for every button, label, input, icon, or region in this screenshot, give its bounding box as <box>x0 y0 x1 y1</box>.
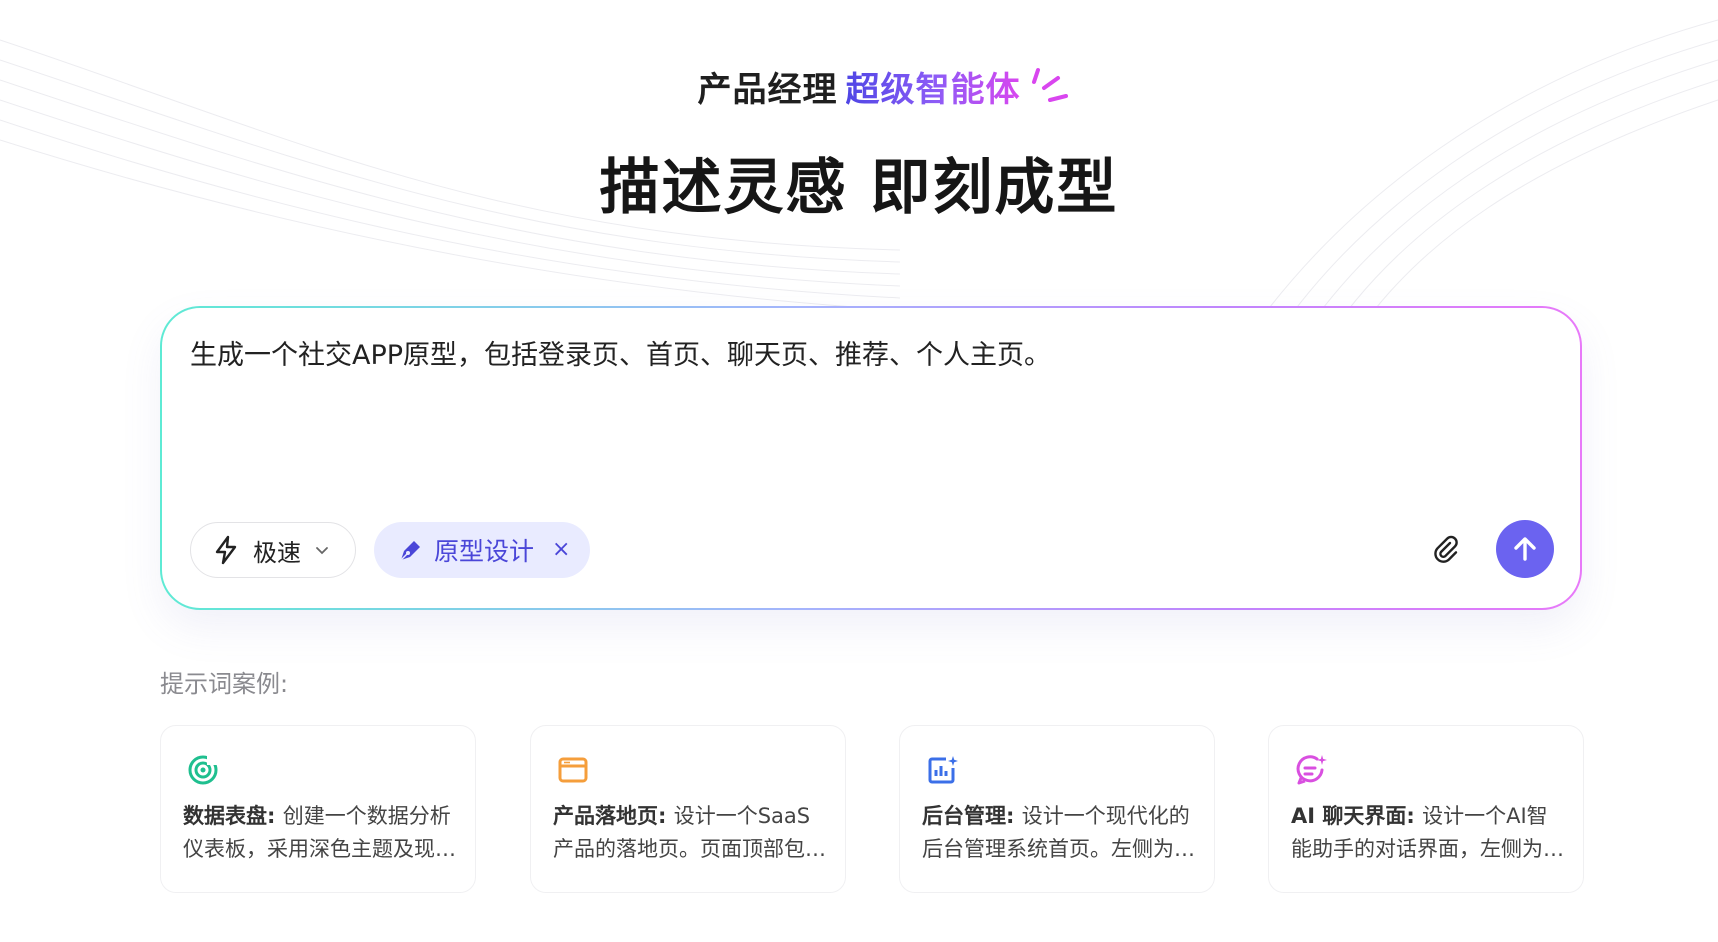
example-card-ai-chat[interactable]: AI 聊天界面: 设计一个AI智能助手的对话界面，左侧为会话列表 <box>1268 725 1584 893</box>
chat-sparkle-icon <box>1296 755 1327 785</box>
speed-mode-select[interactable]: 极速 <box>190 522 356 578</box>
example-card-landing-page[interactable]: 产品落地页: 设计一个SaaS产品的落地页。页面顶部包含导航栏 <box>530 725 846 893</box>
example-card-dashboard[interactable]: 数据表盘: 创建一个数据分析仪表板，采用深色主题及现代化设计 <box>160 725 476 893</box>
chevron-down-icon <box>316 547 328 555</box>
example-card-admin[interactable]: 后台管理: 设计一个现代化的后台管理系统首页。左侧为导航菜单 <box>899 725 1215 893</box>
paperclip-icon[interactable] <box>1430 534 1462 566</box>
close-icon[interactable]: × <box>552 539 570 561</box>
lightning-icon <box>215 535 237 565</box>
hero-headline: 描述灵感 即刻成型 <box>599 153 1119 223</box>
prototype-design-label: 原型设计 <box>434 537 535 566</box>
hero-subtitle: 产品经理 超级智能体 <box>0 68 1718 112</box>
hero-subtitle-plain: 产品经理 <box>697 70 838 110</box>
prototype-design-tag[interactable]: 原型设计 × <box>374 522 590 578</box>
example-card-text: 后台管理: 设计一个现代化的后台管理系统首页。左侧为导航菜单 <box>922 800 1198 866</box>
browser-window-icon <box>558 757 588 783</box>
example-card-separator: : <box>658 804 674 828</box>
example-card-title: 数据表盘 <box>183 804 267 828</box>
arrow-up-icon <box>1514 537 1536 561</box>
examples-label: 提示词案例: <box>160 670 289 698</box>
example-card-title: 产品落地页 <box>553 804 658 828</box>
prompt-box: 生成一个社交APP原型，包括登录页、首页、聊天页、推荐、个人主页。 极速 原型设… <box>160 306 1582 610</box>
hero-subtitle-accent: 超级智能体 <box>845 70 1021 110</box>
example-card-text: 数据表盘: 创建一个数据分析仪表板，采用深色主题及现代化设计 <box>183 800 459 866</box>
example-card-separator: : <box>1006 804 1022 828</box>
target-icon <box>188 755 219 785</box>
page: 产品经理 超级智能体 描述灵感 即刻成型 生成一个社交APP原型，包括登录页、首页… <box>0 0 1718 942</box>
send-button[interactable] <box>1496 520 1554 578</box>
example-card-separator: : <box>1406 804 1423 828</box>
speed-mode-label: 极速 <box>253 538 301 567</box>
example-card-separator: : <box>267 804 283 828</box>
pen-icon <box>400 541 420 561</box>
example-card-title: 后台管理 <box>922 804 1006 828</box>
prompt-input[interactable]: 生成一个社交APP原型，包括登录页、首页、聊天页、推荐、个人主页。 <box>190 338 1530 374</box>
example-card-text: 产品落地页: 设计一个SaaS产品的落地页。页面顶部包含导航栏 <box>553 800 829 866</box>
example-card-text: AI 聊天界面: 设计一个AI智能助手的对话界面，左侧为会话列表 <box>1291 800 1567 866</box>
sparkle-icon <box>1032 68 1068 102</box>
example-card-title: AI 聊天界面 <box>1291 804 1407 828</box>
chart-sparkle-icon <box>928 756 958 784</box>
